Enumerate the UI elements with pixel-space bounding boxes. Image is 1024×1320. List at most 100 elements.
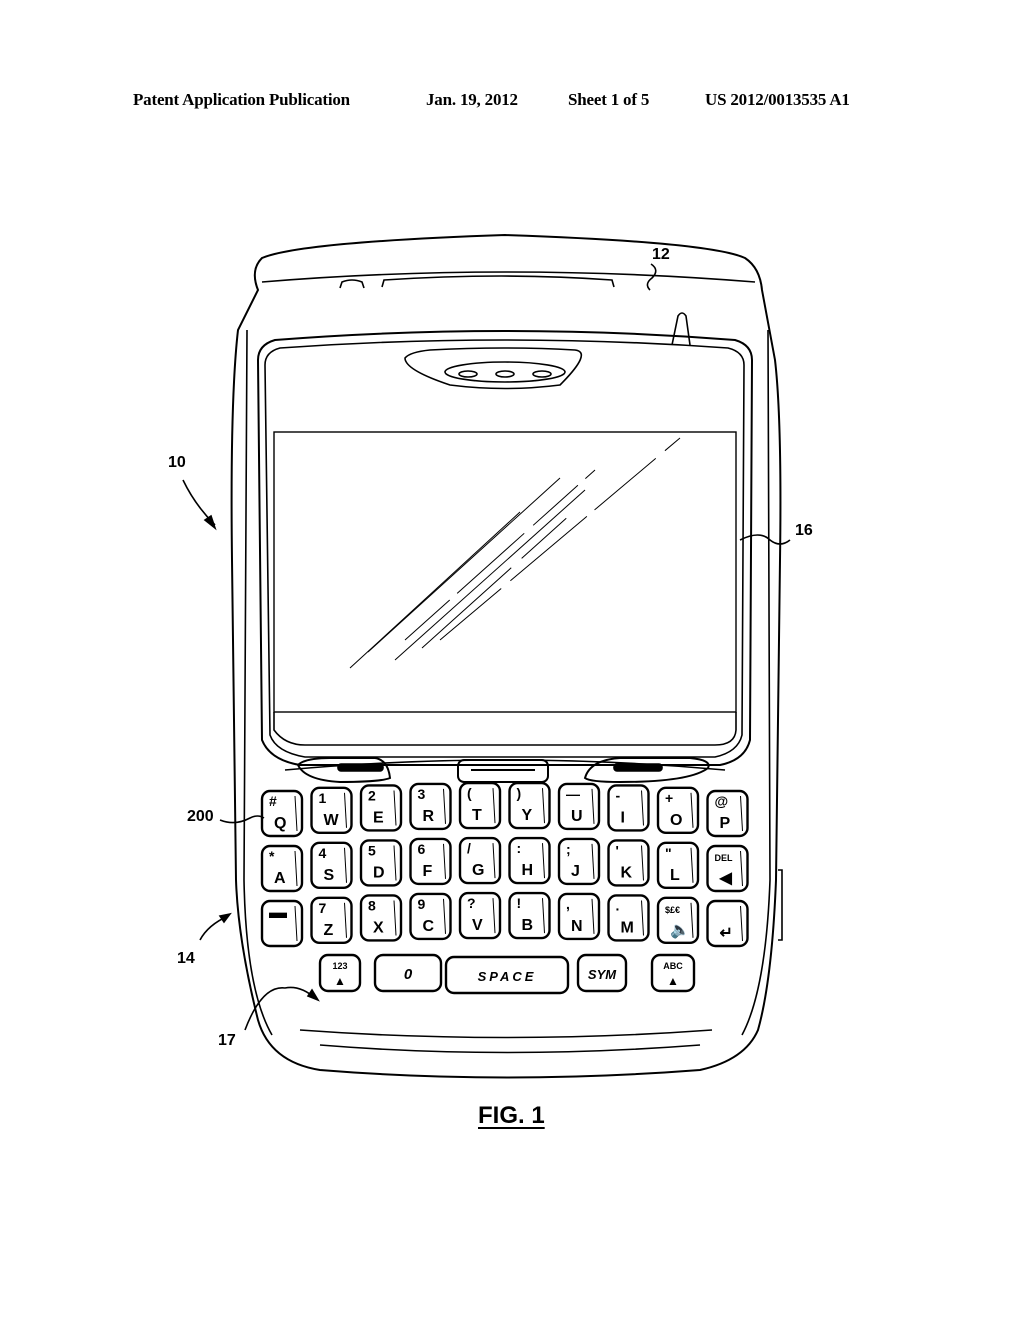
key-alt-label: @ bbox=[715, 793, 729, 809]
key-main-label: ▲ bbox=[334, 974, 346, 988]
screen-glare bbox=[349, 437, 681, 669]
figure-caption: FIG. 1 bbox=[478, 1102, 545, 1129]
key-z-r2c1[interactable]: 7Z bbox=[310, 896, 353, 945]
key-alt-label: 123 bbox=[332, 961, 347, 971]
key-main-label: M bbox=[621, 919, 634, 936]
key-alt-label: ' bbox=[616, 842, 619, 858]
arrow-head-10 bbox=[203, 514, 217, 531]
key-main-label: U bbox=[571, 808, 583, 825]
key-alt-label: / bbox=[467, 840, 471, 856]
key-alt-label: ! bbox=[517, 895, 522, 911]
top-button bbox=[381, 275, 615, 288]
key-main-label: L bbox=[670, 867, 680, 884]
key-s-r1c1[interactable]: 4S bbox=[310, 841, 353, 890]
key-alt-label: $£€ bbox=[665, 905, 680, 915]
key-b-r2c5[interactable]: !B bbox=[508, 891, 551, 940]
key-alt-label: — bbox=[566, 786, 580, 802]
key-alt-label: 5 bbox=[368, 842, 376, 858]
key--r2c0[interactable]: ▬ bbox=[260, 899, 304, 948]
key-main-label: E bbox=[373, 809, 384, 826]
arrow-head-14 bbox=[218, 912, 232, 924]
key-alt-label: + bbox=[665, 790, 673, 806]
ref-numeral-10: 10 bbox=[168, 454, 186, 471]
housing-top-edge bbox=[261, 271, 756, 283]
screen-bezel bbox=[256, 330, 754, 766]
key--r2c9[interactable]: ↵ bbox=[706, 899, 749, 948]
led-indicator bbox=[671, 312, 691, 346]
key-i-r0c7[interactable]: -I bbox=[607, 784, 650, 832]
key-alt-label: " bbox=[665, 845, 672, 861]
key-a-r1c0[interactable]: *A bbox=[260, 844, 304, 893]
key-t-r0c4[interactable]: (T bbox=[458, 781, 502, 830]
key-main-label: P bbox=[720, 815, 731, 832]
key-main-label: I bbox=[621, 809, 625, 826]
ref-numeral-16: 16 bbox=[795, 522, 813, 539]
key-n-r2c6[interactable]: ,N bbox=[557, 892, 601, 941]
ref-numeral-200: 200 bbox=[187, 808, 214, 825]
key-v-r2c4[interactable]: ?V bbox=[458, 891, 502, 940]
key-alt-label: ) bbox=[517, 785, 522, 801]
key-alt-label: 2 bbox=[368, 787, 376, 803]
key-alt-label: 3 bbox=[418, 786, 426, 802]
key-bottom-0[interactable]: 0 bbox=[373, 953, 443, 993]
key-d-r1c2[interactable]: 5D bbox=[359, 839, 403, 887]
key-bottom-space[interactable]: SPACE bbox=[444, 955, 570, 995]
key-main-label: N bbox=[571, 918, 583, 935]
key-g-r1c4[interactable]: /G bbox=[458, 836, 502, 885]
key-m-r2c7[interactable]: .M bbox=[607, 894, 650, 942]
key-main-label: A bbox=[274, 870, 286, 887]
key-j-r1c6[interactable]: ;J bbox=[557, 837, 601, 886]
key-l-r1c8[interactable]: "L bbox=[656, 841, 700, 890]
key-alt-label: # bbox=[269, 793, 277, 809]
key-main-label: C bbox=[423, 918, 435, 935]
key-main-label: ▲ bbox=[667, 974, 679, 988]
key-alt-label: . bbox=[616, 897, 620, 913]
key-bottom-sym[interactable]: SYM bbox=[576, 953, 628, 993]
key-k-r1c7[interactable]: 'K bbox=[607, 839, 650, 887]
key-main-label: T bbox=[472, 807, 482, 824]
key-f-r1c3[interactable]: 6F bbox=[409, 837, 452, 886]
ref-numeral-12: 12 bbox=[652, 246, 670, 263]
key-alt-label: * bbox=[269, 848, 275, 864]
key-main-label: Q bbox=[274, 815, 286, 832]
key-p-r0c9[interactable]: @P bbox=[706, 789, 749, 838]
key-r-r0c3[interactable]: 3R bbox=[409, 782, 452, 831]
arrow-head-17 bbox=[306, 988, 320, 1002]
bottom-edge-line bbox=[299, 1029, 713, 1039]
key-c-r2c3[interactable]: 9C bbox=[409, 892, 452, 941]
key-e-r0c2[interactable]: 2E bbox=[359, 784, 403, 832]
key-alt-label: - bbox=[616, 787, 621, 803]
leader-200 bbox=[219, 815, 265, 824]
ref-numeral-14: 14 bbox=[177, 950, 195, 967]
key-bottom-123[interactable]: 123 ▲ bbox=[318, 953, 362, 993]
key-x-r2c2[interactable]: 8X bbox=[359, 894, 403, 942]
ref-numeral-17: 17 bbox=[218, 1032, 236, 1049]
key-main-label: G bbox=[472, 862, 484, 879]
key-alt-label: DEL bbox=[715, 853, 734, 863]
key-alt-label: ( bbox=[467, 785, 472, 801]
key-main-label: B bbox=[522, 917, 534, 934]
bottom-edge-line-2 bbox=[319, 1044, 701, 1054]
key-u-r0c6[interactable]: —U bbox=[557, 782, 601, 831]
key--r2c8[interactable]: $£€ 🔈 bbox=[656, 896, 700, 945]
key-alt-label: 8 bbox=[368, 897, 376, 913]
key-main-label: O bbox=[670, 812, 682, 829]
key-alt-label: ; bbox=[566, 841, 571, 857]
key-main-label: J bbox=[571, 863, 580, 880]
key-y-r0c5[interactable]: )Y bbox=[508, 781, 551, 830]
key-o-r0c8[interactable]: +O bbox=[656, 786, 700, 835]
key-alt-label: 6 bbox=[418, 841, 426, 857]
leader-16 bbox=[739, 534, 791, 545]
side-button-top bbox=[339, 279, 365, 289]
key-alt-label: 7 bbox=[319, 900, 327, 916]
key-q-r0c0[interactable]: #Q bbox=[260, 789, 304, 838]
key-bottom-abc[interactable]: ABC ▲ bbox=[650, 953, 696, 993]
key-h-r1c5[interactable]: :H bbox=[508, 836, 551, 885]
key-main-label: SPACE bbox=[478, 969, 537, 984]
key-alt-label: , bbox=[566, 896, 570, 912]
leader-12 bbox=[646, 263, 657, 291]
key-main-label: SYM bbox=[588, 967, 617, 982]
key--r1c9[interactable]: DEL ◀ bbox=[706, 844, 749, 893]
key-w-r0c1[interactable]: 1W bbox=[310, 786, 353, 835]
key-alt-label: ? bbox=[467, 895, 476, 911]
